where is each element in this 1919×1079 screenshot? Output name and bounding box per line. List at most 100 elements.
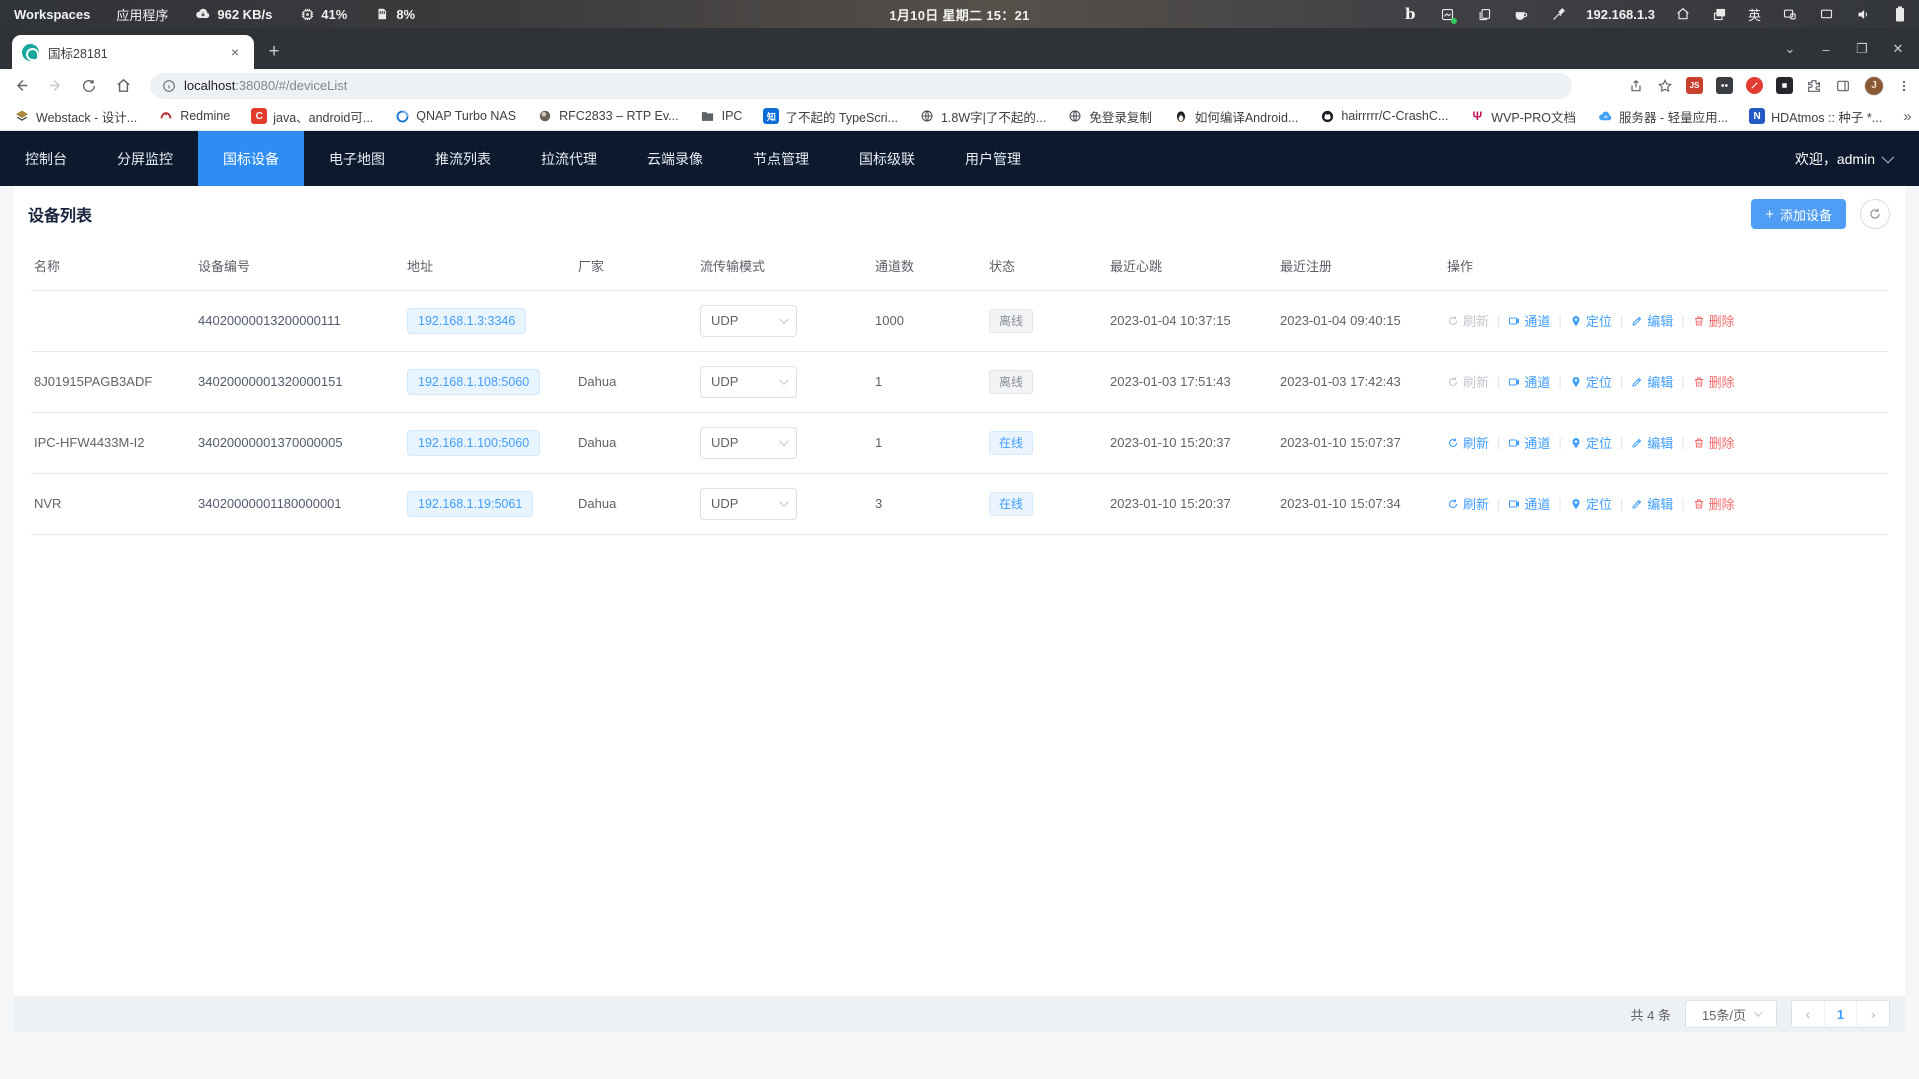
bookmarks-overflow-chevrons[interactable]: » (1903, 108, 1911, 125)
cell-device-id: 34020000001180000001 (195, 473, 404, 534)
stream-mode-select[interactable]: UDP (700, 488, 797, 520)
stream-mode-select[interactable]: UDP (700, 427, 797, 459)
edit-action[interactable]: 编辑 (1631, 311, 1673, 330)
stream-mode-select[interactable]: UDP (700, 366, 797, 398)
next-page-button[interactable]: › (1857, 1001, 1889, 1027)
bookmark-android-build[interactable]: 如何编译Android... (1173, 107, 1299, 126)
home-tray-icon[interactable] (1674, 5, 1692, 23)
volume-icon[interactable] (1854, 5, 1872, 23)
cpu-usage-indicator: 41% (298, 5, 347, 23)
home-button[interactable] (110, 73, 136, 99)
nav-item-cloud-record[interactable]: 云端录像 (622, 131, 728, 186)
tab-close-icon[interactable]: × (226, 43, 244, 61)
edit-action[interactable]: 编辑 (1631, 433, 1673, 452)
refresh-action[interactable]: 刷新 (1447, 433, 1489, 452)
window-minimize-button[interactable]: – (1815, 38, 1837, 60)
locate-action[interactable]: 定位 (1570, 433, 1612, 452)
delete-action[interactable]: 删除 (1693, 372, 1735, 391)
dark-extension-icon[interactable] (1716, 77, 1733, 94)
bookmark-github-crashc[interactable]: hairrrrr/C-CrashC... (1319, 108, 1448, 124)
channels-action[interactable]: 通道 (1508, 311, 1550, 330)
channels-action[interactable]: 通道 (1508, 372, 1550, 391)
blocker-extension-icon[interactable] (1746, 77, 1763, 94)
locate-action[interactable]: 定位 (1570, 494, 1612, 513)
nav-item-pull-proxy[interactable]: 拉流代理 (516, 131, 622, 186)
new-tab-button[interactable]: + (262, 41, 286, 65)
edit-action[interactable]: 编辑 (1631, 494, 1673, 513)
browser-menu-kebab-icon[interactable] (1897, 78, 1911, 94)
nav-item-node-manage[interactable]: 节点管理 (728, 131, 834, 186)
edit-action[interactable]: 编辑 (1631, 372, 1673, 391)
current-page-button[interactable]: 1 (1824, 1001, 1858, 1027)
prev-page-button[interactable]: ‹ (1792, 1001, 1824, 1027)
locate-action[interactable]: 定位 (1570, 372, 1612, 391)
clipboard-tray-icon[interactable] (1475, 5, 1493, 23)
address-tag[interactable]: 192.168.1.108:5060 (407, 369, 540, 395)
nav-item-gb-devices[interactable]: 国标设备 (198, 131, 304, 186)
refresh-action[interactable]: 刷新 (1447, 494, 1489, 513)
delete-action[interactable]: 删除 (1693, 494, 1735, 513)
share-icon[interactable] (1628, 78, 1644, 94)
bookmark-wvp-docs[interactable]: Ψ WVP-PRO文档 (1469, 107, 1576, 126)
bookmark-copy-tool[interactable]: 免登录复制 (1067, 107, 1152, 126)
delete-action[interactable]: 删除 (1693, 311, 1735, 330)
user-menu[interactable]: 欢迎，admin (1795, 131, 1919, 186)
site-info-icon[interactable] (162, 79, 176, 93)
nav-item-user-manage[interactable]: 用户管理 (940, 131, 1046, 186)
address-tag[interactable]: 192.168.1.19:5061 (407, 491, 533, 517)
page-size-select[interactable]: 15条/页 (1685, 1000, 1777, 1028)
nav-item-emap[interactable]: 电子地图 (304, 131, 410, 186)
profile-avatar[interactable]: J (1864, 76, 1884, 96)
coffee-tray-icon[interactable] (1512, 5, 1530, 23)
window-close-button[interactable]: ✕ (1887, 38, 1909, 60)
nav-item-split-monitor[interactable]: 分屏监控 (92, 131, 198, 186)
bookmark-cloud-server[interactable]: 服务器 - 轻量应用... (1597, 107, 1728, 126)
bookmark-webstack[interactable]: Webstack - 设计... (14, 107, 137, 126)
nav-item-push-list[interactable]: 推流列表 (410, 131, 516, 186)
battery-icon[interactable] (1891, 5, 1909, 23)
browser-menu-chevron-icon[interactable]: ⌄ (1779, 38, 1801, 60)
bookmark-qnap[interactable]: QNAP Turbo NAS (394, 108, 516, 124)
delete-action[interactable]: 删除 (1693, 433, 1735, 452)
channels-action[interactable]: 通道 (1508, 494, 1550, 513)
ip-address-indicator[interactable]: 192.168.1.3 (1586, 7, 1655, 22)
browser-tab[interactable]: 国标28181 × (12, 35, 254, 69)
nav-item-console[interactable]: 控制台 (0, 131, 92, 186)
input-method-indicator[interactable]: 英 (1748, 5, 1761, 24)
extensions-puzzle-icon[interactable] (1806, 78, 1822, 94)
forward-button[interactable] (42, 73, 68, 99)
color-picker-tray-icon[interactable] (1549, 5, 1567, 23)
address-tag[interactable]: 192.168.1.100:5060 (407, 430, 540, 456)
clock[interactable]: 1月10日 星期二 15：21 (889, 5, 1029, 24)
applications-menu[interactable]: 应用程序 (116, 5, 168, 24)
bookmark-hdatmos[interactable]: N HDAtmos :: 种子 *... (1749, 107, 1882, 126)
address-bar[interactable]: localhost:38080/#/deviceList (150, 73, 1572, 99)
side-panel-icon[interactable] (1835, 78, 1851, 94)
address-tag[interactable]: 192.168.1.3:3346 (407, 308, 526, 334)
display-tray-icon[interactable] (1817, 5, 1835, 23)
cell-registered: 2023-01-03 17:42:43 (1277, 351, 1444, 412)
js-blocker-extension-icon[interactable]: JS (1686, 77, 1703, 94)
bookmark-ipc-folder[interactable]: IPC (700, 108, 743, 124)
bing-tray-icon[interactable]: b (1401, 5, 1419, 23)
stream-mode-select[interactable]: UDP (700, 305, 797, 337)
workspace-pager-icon[interactable] (1780, 5, 1798, 23)
workspaces-button[interactable]: Workspaces (14, 7, 90, 22)
bookmark-rfc2833[interactable]: RFC2833 – RTP Ev... (537, 108, 679, 124)
back-button[interactable] (8, 73, 34, 99)
bookmark-redmine[interactable]: Redmine (158, 108, 230, 124)
refresh-list-button[interactable] (1860, 199, 1890, 229)
locate-action[interactable]: 定位 (1570, 311, 1612, 330)
channels-action[interactable]: 通道 (1508, 433, 1550, 452)
window-switcher-tray-icon[interactable] (1711, 5, 1729, 23)
add-device-button[interactable]: + 添加设备 (1751, 199, 1846, 229)
screenshot-tray-icon[interactable] (1438, 5, 1456, 23)
bookmark-zhihu-typescript[interactable]: 知 了不起的 TypeScri... (763, 107, 898, 126)
window-restore-button[interactable]: ❐ (1851, 38, 1873, 60)
bookmark-csdn[interactable]: C java、android可... (251, 107, 373, 126)
bookmark-star-icon[interactable] (1657, 78, 1673, 94)
reload-button[interactable] (76, 73, 102, 99)
nav-item-gb-cascade[interactable]: 国标级联 (834, 131, 940, 186)
bookmark-article[interactable]: 1.8W字|了不起的... (919, 107, 1046, 126)
square-extension-icon[interactable] (1776, 77, 1793, 94)
